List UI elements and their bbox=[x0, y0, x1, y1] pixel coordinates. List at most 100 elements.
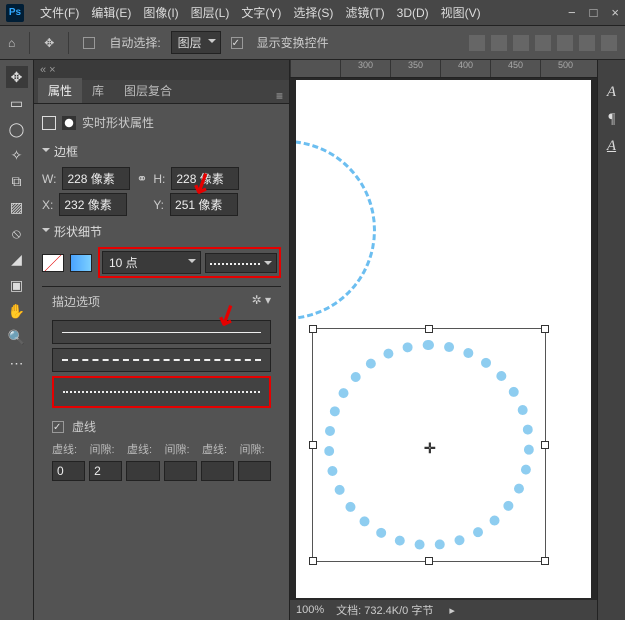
gap-input-2[interactable] bbox=[238, 461, 271, 481]
stroke-size-dropdown[interactable]: 10 点 bbox=[102, 251, 201, 274]
auto-select-label: 自动选择: bbox=[109, 34, 160, 51]
doc-info-menu-icon[interactable]: ▸ bbox=[449, 604, 455, 617]
col-gap: 间隙: bbox=[165, 441, 197, 457]
gear-icon[interactable]: ✲ ▾ bbox=[252, 293, 271, 310]
character-panel-icon[interactable]: A bbox=[607, 84, 616, 101]
minimize-button[interactable]: − bbox=[568, 5, 576, 20]
eyedropper-tool[interactable]: ◢ bbox=[6, 248, 28, 270]
menu-file[interactable]: 文件(F) bbox=[34, 4, 85, 21]
maximize-button[interactable]: □ bbox=[590, 5, 598, 20]
col-gap: 间隙: bbox=[90, 441, 122, 457]
menu-filter[interactable]: 滤镜(T) bbox=[339, 4, 390, 21]
gap-input-0[interactable] bbox=[89, 461, 122, 481]
align-icon[interactable] bbox=[469, 35, 485, 51]
col-dash: 虚线: bbox=[202, 441, 234, 457]
align-icon[interactable] bbox=[491, 35, 507, 51]
mask-icon bbox=[62, 116, 76, 130]
stamp-tool[interactable]: ▣ bbox=[6, 274, 28, 296]
more-tools[interactable]: ⋯ bbox=[6, 352, 28, 374]
canvas[interactable]: ✛ bbox=[296, 80, 591, 598]
fill-none-swatch[interactable] bbox=[42, 254, 64, 272]
close-button[interactable]: × bbox=[611, 5, 619, 20]
lasso-tool[interactable]: ◯ bbox=[6, 118, 28, 140]
divider bbox=[68, 32, 69, 54]
dashed-checkbox[interactable] bbox=[52, 421, 64, 433]
menu-3d[interactable]: 3D(D) bbox=[391, 6, 435, 20]
section-bbox[interactable]: 边框 bbox=[42, 139, 281, 164]
menu-layer[interactable]: 图层(L) bbox=[185, 4, 236, 21]
col-dash: 虚线: bbox=[52, 441, 84, 457]
transform-handle[interactable] bbox=[541, 557, 549, 565]
transform-handle[interactable] bbox=[425, 557, 433, 565]
dash-input-2[interactable] bbox=[201, 461, 234, 481]
transform-handle[interactable] bbox=[309, 557, 317, 565]
dashed-circle-shape[interactable] bbox=[296, 140, 376, 320]
menu-image[interactable]: 图像(I) bbox=[137, 4, 184, 21]
panel-title: 实时形状属性 bbox=[82, 114, 154, 131]
shape-icon bbox=[42, 116, 56, 130]
zoom-tool[interactable]: 🔍 bbox=[6, 326, 28, 348]
home-icon[interactable]: ⌂ bbox=[8, 36, 15, 50]
doc-tab-close[interactable]: « × bbox=[40, 64, 56, 76]
dash-input-0[interactable] bbox=[52, 461, 85, 481]
divider bbox=[29, 32, 30, 54]
menu-view[interactable]: 视图(V) bbox=[435, 4, 487, 21]
dash-input-1[interactable] bbox=[126, 461, 159, 481]
align-icon[interactable] bbox=[513, 35, 529, 51]
tab-layer-comps[interactable]: 图层复合 bbox=[114, 78, 182, 103]
y-input[interactable]: 251 像素 bbox=[170, 193, 238, 216]
move-tool-icon[interactable]: ✥ bbox=[44, 36, 54, 50]
center-icon: ✛ bbox=[424, 440, 436, 457]
width-input[interactable]: 228 像素 bbox=[62, 167, 130, 190]
show-transform-checkbox[interactable] bbox=[231, 37, 243, 49]
move-tool[interactable]: ✥ bbox=[6, 66, 28, 88]
marquee-tool[interactable]: ▭ bbox=[6, 92, 28, 114]
stroke-style-dropdown[interactable] bbox=[205, 253, 277, 273]
show-transform-label: 显示变换控件 bbox=[257, 34, 329, 51]
gap-input-1[interactable] bbox=[164, 461, 197, 481]
frame-tool[interactable]: ▨ bbox=[6, 196, 28, 218]
menu-edit[interactable]: 编辑(E) bbox=[85, 4, 137, 21]
auto-select-dropdown[interactable]: 图层 bbox=[171, 31, 221, 54]
wand-tool[interactable]: ✧ bbox=[6, 144, 28, 166]
crop-tool[interactable]: ⧉ bbox=[6, 170, 28, 192]
y-label: Y: bbox=[153, 198, 164, 212]
no-fill-icon[interactable]: ⦸ bbox=[6, 222, 28, 244]
col-gap: 间隙: bbox=[240, 441, 272, 457]
stroke-style-solid[interactable] bbox=[52, 320, 271, 344]
align-icon[interactable] bbox=[535, 35, 551, 51]
stroke-style-dashed[interactable] bbox=[52, 348, 271, 372]
transform-handle[interactable] bbox=[309, 441, 317, 449]
stroke-options-title: 描边选项 bbox=[52, 293, 100, 310]
paragraph-panel-icon[interactable]: ¶ bbox=[608, 111, 616, 128]
col-dash: 虚线: bbox=[127, 441, 159, 457]
x-input[interactable]: 232 像素 bbox=[59, 193, 127, 216]
zoom-level[interactable]: 100% bbox=[296, 604, 324, 616]
tab-libraries[interactable]: 库 bbox=[82, 78, 114, 103]
stroke-style-dotted[interactable] bbox=[52, 376, 271, 408]
ruler-horizontal: 300350400450500 bbox=[290, 60, 597, 78]
tab-properties[interactable]: 属性 bbox=[38, 78, 82, 103]
glyphs-panel-icon[interactable]: A bbox=[607, 138, 616, 155]
link-icon[interactable]: ⚭ bbox=[136, 171, 147, 187]
hand-tool[interactable]: ✋ bbox=[6, 300, 28, 322]
transform-handle[interactable] bbox=[541, 441, 549, 449]
transform-handle[interactable] bbox=[309, 325, 317, 333]
app-logo: Ps bbox=[6, 4, 24, 22]
x-label: X: bbox=[42, 198, 53, 212]
height-input[interactable]: 228 像素 bbox=[171, 167, 239, 190]
section-detail[interactable]: 形状细节 bbox=[42, 219, 281, 244]
menu-select[interactable]: 选择(S) bbox=[287, 4, 339, 21]
align-icon[interactable] bbox=[557, 35, 573, 51]
align-icon[interactable] bbox=[601, 35, 617, 51]
menu-type[interactable]: 文字(Y) bbox=[235, 4, 287, 21]
dashed-label: 虚线 bbox=[72, 418, 96, 435]
transform-handle[interactable] bbox=[425, 325, 433, 333]
transform-handle[interactable] bbox=[541, 325, 549, 333]
stroke-color-swatch[interactable] bbox=[70, 254, 92, 272]
width-label: W: bbox=[42, 172, 56, 186]
panel-menu-icon[interactable]: ≡ bbox=[276, 89, 283, 103]
doc-info: 文档: 732.4K/0 字节 bbox=[336, 602, 433, 618]
auto-select-checkbox[interactable] bbox=[83, 37, 95, 49]
align-icon[interactable] bbox=[579, 35, 595, 51]
